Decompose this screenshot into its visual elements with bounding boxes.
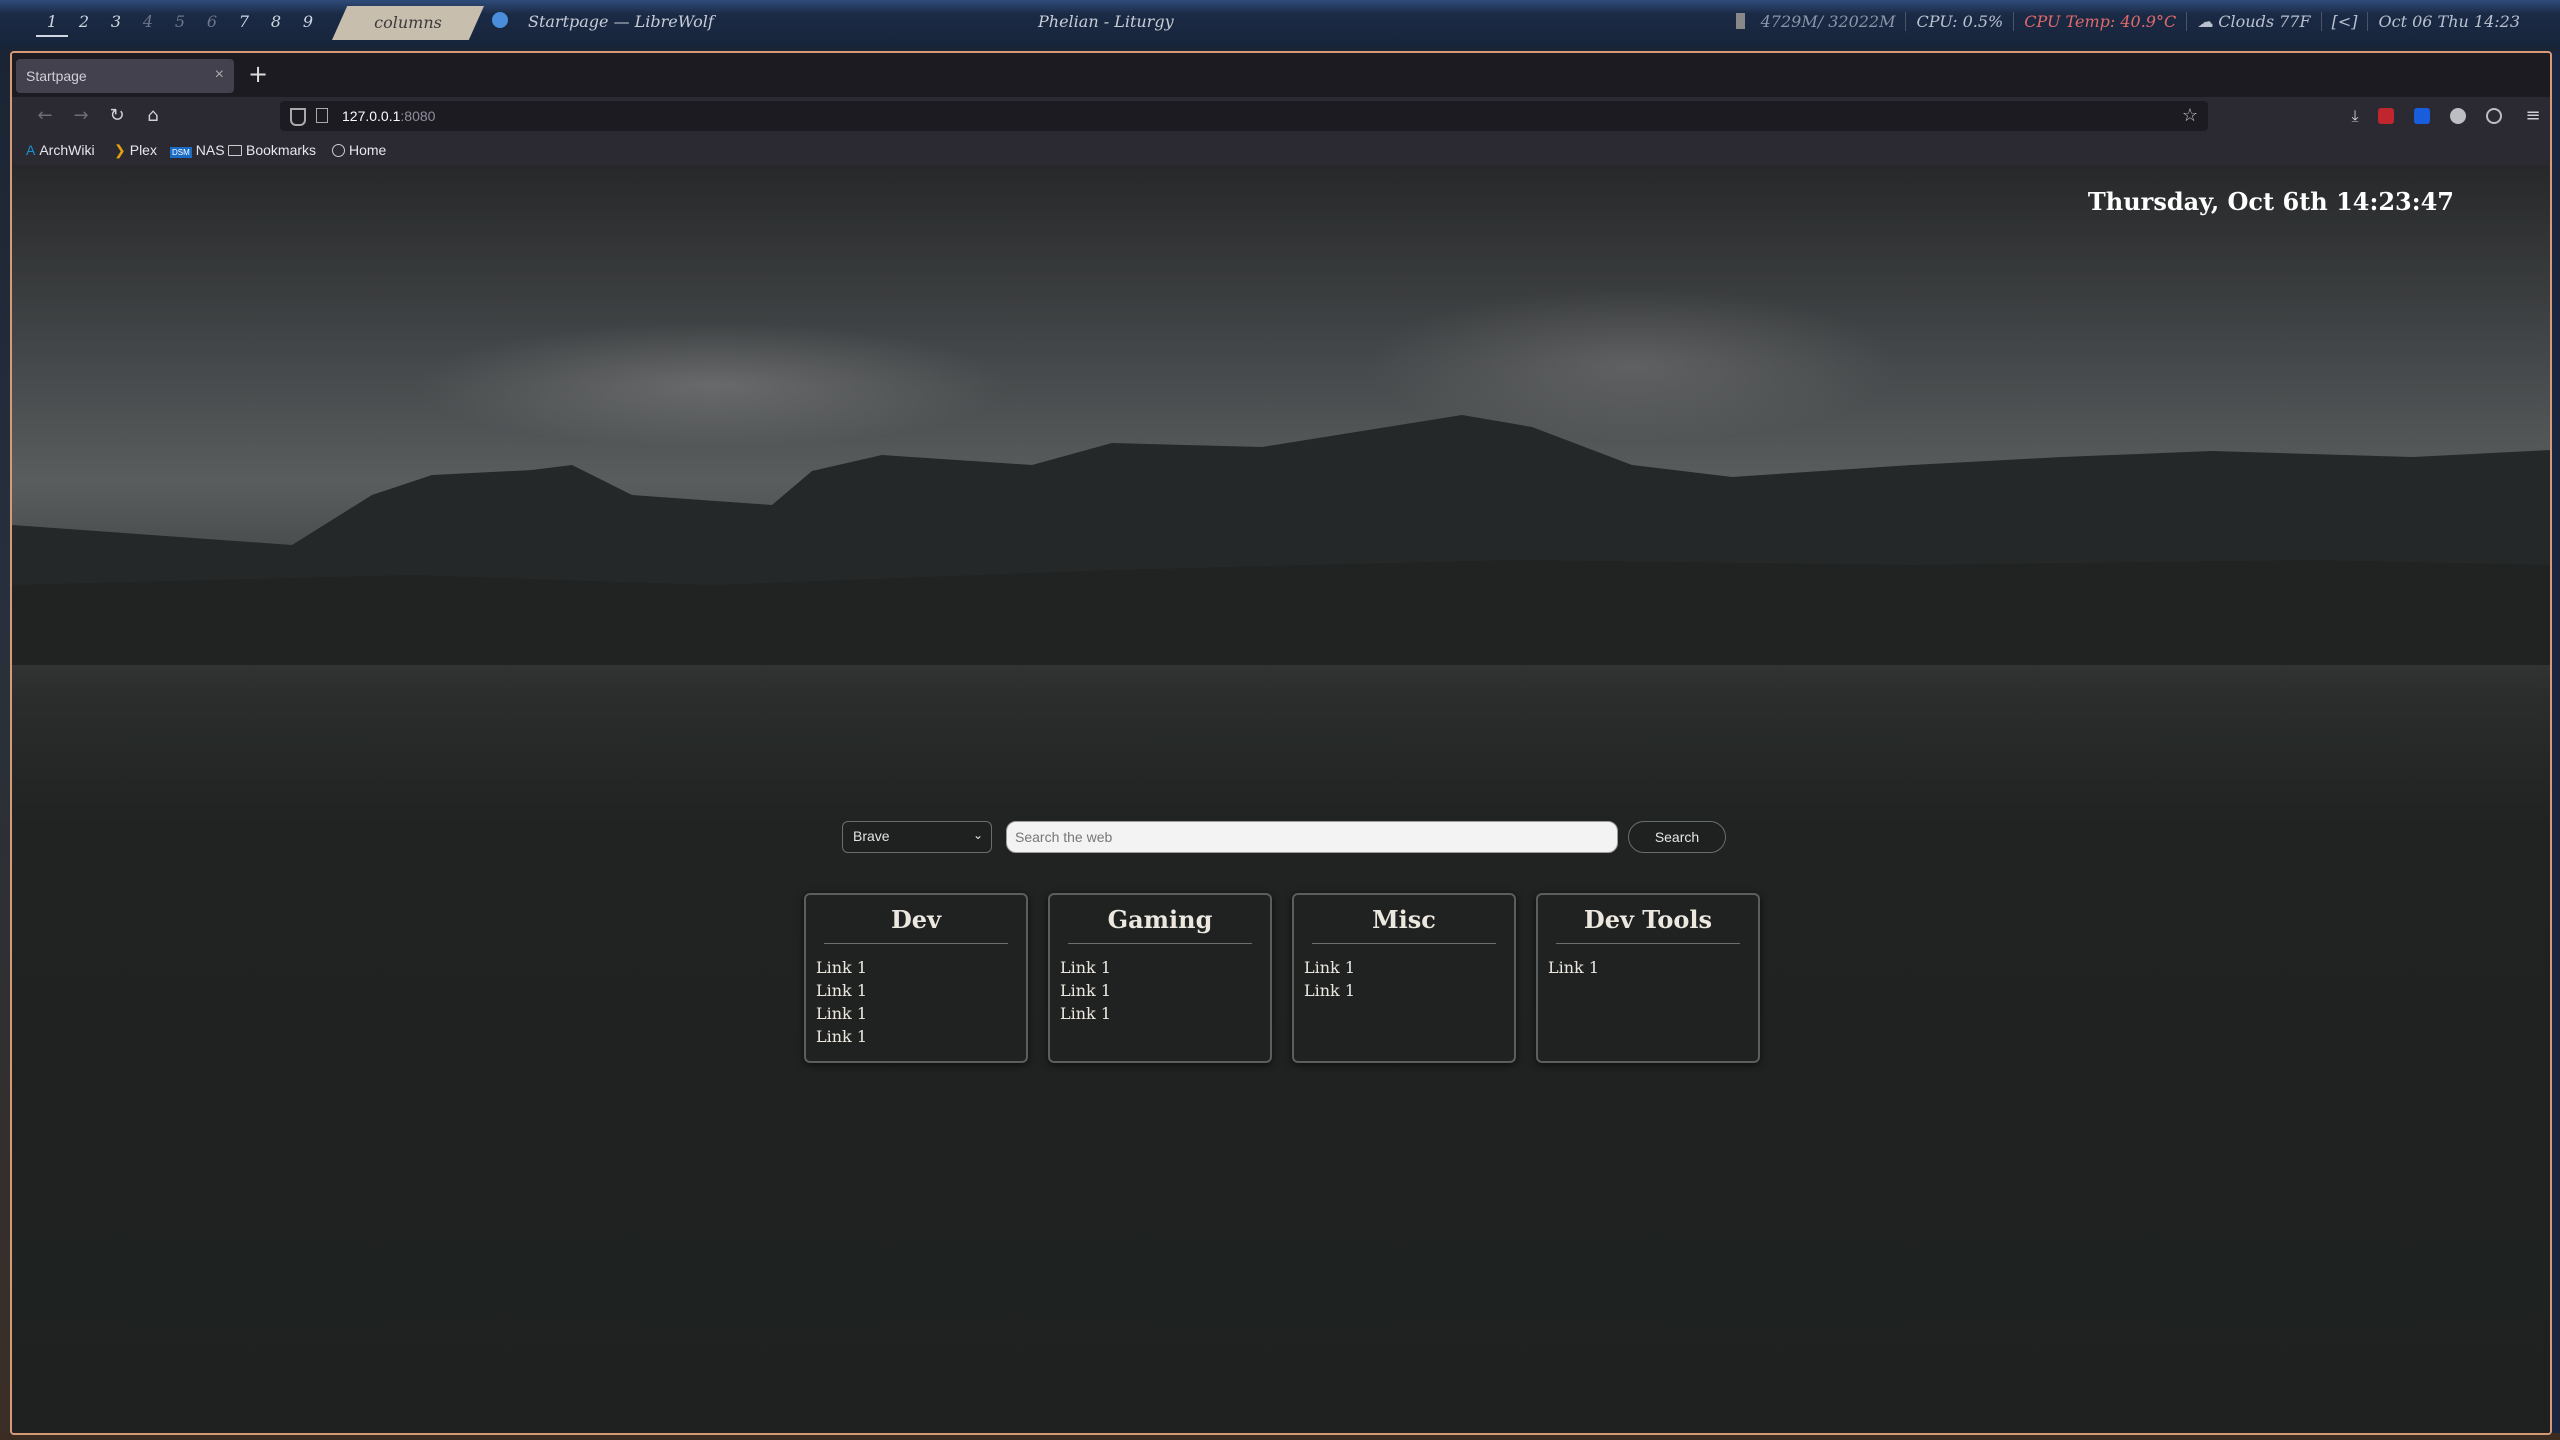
weather: ☁ Clouds 77F: [2186, 12, 2320, 31]
card-links: Link 1 Link 1: [1294, 956, 1514, 1002]
search-input[interactable]: [1006, 821, 1618, 853]
card-links: Link 1: [1538, 956, 1758, 979]
close-tab-icon[interactable]: ×: [215, 66, 224, 84]
forward-arrow-icon[interactable]: →: [68, 103, 94, 129]
card-dev: Dev Link 1 Link 1 Link 1 Link 1: [804, 893, 1028, 1063]
card-gaming: Gaming Link 1 Link 1 Link 1: [1048, 893, 1272, 1063]
tab-strip: Startpage × +: [12, 53, 2550, 97]
cpu-temperature: CPU Temp: 40.9°C: [2013, 12, 2186, 31]
card-link[interactable]: Link 1: [1304, 979, 1514, 1002]
back-arrow-icon[interactable]: ←: [32, 103, 58, 129]
archlinux-icon: A: [26, 142, 36, 158]
card-link[interactable]: Link 1: [1548, 956, 1758, 979]
workspace-3[interactable]: 3: [100, 12, 132, 37]
address-bar[interactable]: 127.0.0.1:8080 ☆: [280, 101, 2208, 131]
layout-indicator[interactable]: columns: [332, 6, 484, 40]
home-icon[interactable]: ⌂: [140, 103, 166, 129]
card-link[interactable]: Link 1: [816, 1025, 1026, 1048]
card-title: Gaming: [1068, 905, 1252, 944]
workspace-6[interactable]: 6: [196, 12, 228, 37]
desktop-wallpaper-edge: [2552, 51, 2560, 1440]
card-link[interactable]: Link 1: [1060, 1002, 1270, 1025]
card-link[interactable]: Link 1: [1060, 956, 1270, 979]
tab-startpage[interactable]: Startpage ×: [16, 59, 234, 93]
page-info-icon[interactable]: [316, 108, 328, 123]
downloads-icon[interactable]: ⤓: [2342, 103, 2368, 129]
tab-title: Startpage: [26, 68, 87, 84]
memory-icon: [1735, 13, 1745, 29]
clock-date: Oct 06 Thu 14:23: [2367, 12, 2530, 31]
card-link[interactable]: Link 1: [1060, 979, 1270, 1002]
hamburger-menu-icon[interactable]: ≡: [2520, 103, 2546, 129]
workspace-7[interactable]: 7: [228, 12, 260, 37]
librewolf-icon: [492, 12, 508, 28]
workspace-4[interactable]: 4: [132, 12, 164, 37]
memory-usage: 4729M/ 32022M: [1726, 12, 1906, 31]
chevron-down-icon: ⌄: [972, 828, 983, 842]
card-title: Misc: [1312, 905, 1496, 944]
card-link[interactable]: Link 1: [1304, 956, 1514, 979]
ublock-origin-icon[interactable]: [2378, 108, 2394, 124]
date-time-display: Thursday, Oct 6th 14:23:47: [2087, 187, 2454, 216]
workspace-5[interactable]: 5: [164, 12, 196, 37]
now-playing: Phelian - Liturgy: [1038, 12, 1174, 31]
search-engine-select[interactable]: Brave ⌄: [842, 821, 992, 853]
card-dev-tools: Dev Tools Link 1: [1536, 893, 1760, 1063]
synology-dsm-icon: DSM: [170, 147, 192, 158]
tracking-protection-shield-icon[interactable]: [290, 108, 306, 126]
active-window-title: Startpage — LibreWolf: [528, 12, 714, 31]
card-links: Link 1 Link 1 Link 1: [1050, 956, 1270, 1025]
bookmark-plex[interactable]: ❯ Plex: [114, 142, 157, 159]
startpage-content: Thursday, Oct 6th 14:23:47 Brave ⌄ Searc…: [12, 165, 2550, 1433]
bookmark-nas[interactable]: DSM NAS: [170, 142, 225, 158]
card-link[interactable]: Link 1: [816, 956, 1026, 979]
search-button[interactable]: Search: [1628, 821, 1726, 853]
workspace-2[interactable]: 2: [68, 12, 100, 37]
workspace-switcher: 1 2 3 4 5 6 7 8 9: [36, 12, 324, 37]
card-link[interactable]: Link 1: [816, 1002, 1026, 1025]
keyboard-indicator[interactable]: [<]: [2320, 12, 2368, 31]
system-top-bar: 1 2 3 4 5 6 7 8 9 columns Startpage — Li…: [0, 0, 2560, 47]
browser-window: Startpage × + ← → ↻ ⌂ 127.0.0.1:8080 ☆ ⤓…: [10, 51, 2552, 1435]
new-tab-button[interactable]: +: [248, 60, 268, 88]
url-text[interactable]: 127.0.0.1:8080: [342, 108, 435, 124]
folder-icon: [228, 145, 242, 156]
workspace-9[interactable]: 9: [292, 12, 324, 37]
workspace-8[interactable]: 8: [260, 12, 292, 37]
card-link[interactable]: Link 1: [816, 979, 1026, 1002]
workspace-1[interactable]: 1: [36, 12, 68, 37]
status-modules: 4729M/ 32022M CPU: 0.5% CPU Temp: 40.9°C…: [1726, 12, 2530, 31]
privacy-extension-icon[interactable]: [2450, 108, 2466, 124]
mountain-silhouette: [12, 415, 2550, 665]
bookmark-star-icon[interactable]: ☆: [2182, 105, 2198, 126]
navigation-toolbar: ← → ↻ ⌂ 127.0.0.1:8080 ☆ ⤓ ≡: [12, 97, 2550, 135]
bookmark-home[interactable]: Home: [332, 142, 386, 158]
account-icon[interactable]: [2486, 108, 2502, 124]
bookmarks-toolbar: A ArchWiki ❯ Plex DSM NAS Bookmarks Home: [12, 135, 2550, 165]
bitwarden-icon[interactable]: [2414, 108, 2430, 124]
cpu-usage: CPU: 0.5%: [1905, 12, 2013, 31]
card-links: Link 1 Link 1 Link 1 Link 1: [806, 956, 1026, 1048]
card-title: Dev: [824, 905, 1008, 944]
reload-icon[interactable]: ↻: [104, 103, 130, 129]
bookmark-archwiki[interactable]: A ArchWiki: [26, 142, 95, 158]
plex-icon: ❯: [114, 142, 126, 158]
bookmark-folder-bookmarks[interactable]: Bookmarks: [228, 142, 316, 158]
card-misc: Misc Link 1 Link 1: [1292, 893, 1516, 1063]
card-title: Dev Tools: [1556, 905, 1740, 944]
globe-icon: [332, 144, 345, 157]
search-engine-value: Brave: [853, 828, 890, 844]
